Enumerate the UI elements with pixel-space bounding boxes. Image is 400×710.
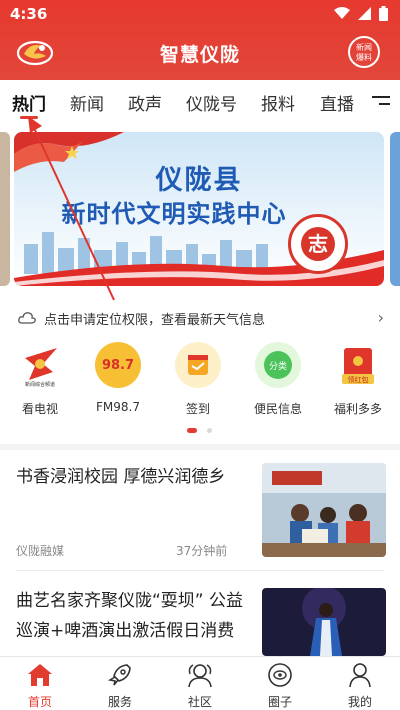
tab-live[interactable]: 直播 <box>320 90 354 115</box>
nav-label: 首页 <box>27 695 52 709</box>
news-thumbnail <box>262 463 386 557</box>
nav-service[interactable]: 服务 <box>80 661 160 710</box>
news-report-line-2: 爆料 <box>356 53 372 62</box>
news-item[interactable]: 书香浸润校园 厚德兴润德乡 仪陇融媒 37分钟前 <box>0 450 400 570</box>
status-bar: 4:36 <box>0 0 400 28</box>
quick-link-convenience[interactable]: 分类 便民信息 <box>243 342 313 417</box>
news-report-line-1: 新闻 <box>356 43 372 52</box>
weather-hint-text: 点击申请定位权限，查看最新天气信息 <box>44 313 266 328</box>
nav-community[interactable]: 社区 <box>160 661 240 710</box>
banner-title-line-2: 新时代文明实践中心 <box>61 200 287 228</box>
tab-menu-icon[interactable] <box>372 96 390 110</box>
news-title: 曲艺名家齐聚仪陇“耍坝” 公益巡演+啤酒演出激活假日消费 <box>16 591 244 641</box>
tab-hot[interactable]: 热门 <box>12 90 46 115</box>
nav-circle[interactable]: 圈子 <box>240 661 320 710</box>
seal-char: 志 <box>301 227 335 261</box>
banner-peek-next <box>390 132 400 286</box>
red-envelope-icon: 领红包 <box>335 342 381 388</box>
convenience-info-icon: 分类 <box>255 342 301 388</box>
tv-logo-caption: 新闻综合频道 <box>25 381 55 388</box>
fm-logo-text: 98.7 <box>102 358 134 373</box>
circle-icon <box>268 663 292 687</box>
quick-link-label: FM98.7 <box>96 400 140 414</box>
cloud-icon <box>18 312 36 324</box>
nav-label: 服务 <box>107 695 132 709</box>
quick-link-welfare[interactable]: 领红包 福利多多 <box>323 342 393 417</box>
battery-icon <box>379 6 388 21</box>
tab-yilong-account[interactable]: 仪陇号 <box>186 90 237 115</box>
bottom-navigation: 首页 服务 社区 圈子 我的 <box>0 656 400 710</box>
nav-home[interactable]: 首页 <box>0 661 80 710</box>
banner-carousel[interactable]: 仪陇县 新时代文明实践中心 志 <box>0 128 400 294</box>
red-envelope-badge-text: 领红包 <box>348 375 369 384</box>
checkin-calendar-icon <box>175 342 221 388</box>
cell-signal-icon <box>358 7 371 20</box>
quick-link-fm[interactable]: 98.7 FM98.7 <box>83 342 153 414</box>
tv-station-logo-icon: 新闻综合频道 <box>17 342 63 388</box>
page-dot <box>207 428 212 433</box>
app-title: 智慧仪陇 <box>159 44 240 66</box>
convenience-badge-text: 分类 <box>269 360 287 372</box>
quick-link-checkin[interactable]: 签到 <box>163 342 233 417</box>
volunteer-seal-logo: 志 <box>288 214 348 274</box>
news-report-button[interactable]: 新闻 爆料 <box>348 36 380 68</box>
chevron-right-icon: › <box>377 308 384 327</box>
news-item[interactable]: 曲艺名家齐聚仪陇“耍坝” 公益巡演+啤酒演出激活假日消费 <box>0 580 400 656</box>
category-tabs: 热门 新闻 政声 仪陇号 报料 直播 <box>0 80 400 124</box>
banner-title-line-1: 仪陇县 <box>155 165 243 196</box>
news-source: 仪陇融媒 <box>16 544 65 558</box>
status-icons <box>334 6 388 21</box>
tab-news[interactable]: 新闻 <box>70 90 104 115</box>
tab-report[interactable]: 报料 <box>261 90 295 115</box>
banner-slide[interactable]: 仪陇县 新时代文明实践中心 志 <box>14 132 384 286</box>
banner-peek-prev <box>0 132 10 286</box>
quick-link-label: 福利多多 <box>333 402 382 416</box>
quick-link-label: 看电视 <box>21 402 58 416</box>
nav-label: 社区 <box>187 695 212 709</box>
news-separator <box>16 570 384 571</box>
profile-icon <box>349 663 371 688</box>
quick-link-label: 便民信息 <box>253 402 302 416</box>
home-icon <box>28 664 52 686</box>
wifi-icon <box>334 7 350 19</box>
nav-label: 圈子 <box>267 695 292 709</box>
status-time: 4:36 <box>10 5 48 23</box>
community-icon <box>188 664 212 688</box>
active-tab-indicator <box>20 116 38 119</box>
weather-hint-row[interactable]: 点击申请定位权限，查看最新天气信息 › <box>0 300 400 336</box>
rocket-icon <box>107 664 131 686</box>
quick-link-tv[interactable]: 新闻综合频道 看电视 <box>5 342 75 417</box>
carousel-page-indicator <box>187 428 217 434</box>
nav-label: 我的 <box>347 695 372 709</box>
news-thumbnail <box>262 588 386 656</box>
top-header: 4:36 智慧仪陇 新闻 爆料 <box>0 0 400 80</box>
news-title: 书香浸润校园 厚德兴润德乡 <box>16 467 226 487</box>
nav-profile[interactable]: 我的 <box>320 661 400 710</box>
app-bar: 智慧仪陇 新闻 爆料 <box>0 30 400 76</box>
news-time: 37分钟前 <box>176 544 228 558</box>
radio-fm-logo-icon: 98.7 <box>95 342 141 388</box>
page-dot-active <box>187 428 197 433</box>
quick-links: 新闻综合频道 看电视 98.7 FM98.7 签到 分类 便民信息 领红包 福利… <box>0 342 400 418</box>
quick-link-label: 签到 <box>185 402 210 416</box>
tab-politics[interactable]: 政声 <box>128 90 162 115</box>
